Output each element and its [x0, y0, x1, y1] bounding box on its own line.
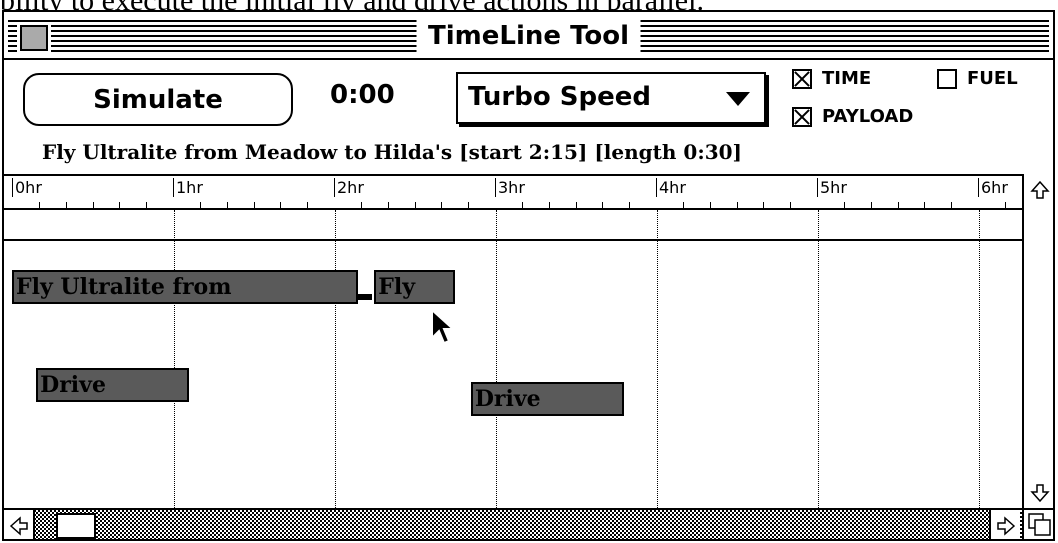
ruler-tick	[951, 202, 953, 208]
ruler-tick	[897, 202, 899, 208]
ruler-tick	[682, 202, 684, 208]
grid-line	[657, 210, 658, 508]
payload-checkbox[interactable]: PAYLOAD	[792, 106, 913, 127]
ruler-tick	[199, 202, 201, 208]
ruler-tick	[280, 202, 282, 208]
ruler-tick	[629, 202, 631, 208]
ruler-tick	[414, 202, 416, 208]
ruler-tick	[92, 202, 94, 208]
grid-line	[335, 210, 336, 508]
ruler-tick	[65, 202, 67, 208]
window-title: TimeLine Tool	[416, 20, 641, 52]
time-label: TIME	[822, 68, 872, 89]
ruler-tick	[1004, 202, 1006, 208]
ruler-label: 1hr	[173, 178, 203, 197]
ruler-tick	[119, 202, 121, 208]
ruler-tick	[763, 202, 765, 208]
ruler-label: 2hr	[334, 178, 364, 197]
ruler-tick	[924, 202, 926, 208]
down-arrow-icon[interactable]	[1024, 477, 1053, 508]
ruler-tick	[226, 202, 228, 208]
ruler-label: 3hr	[495, 178, 525, 197]
fuel-label: FUEL	[967, 68, 1018, 89]
divider	[4, 239, 1022, 241]
time-checkbox[interactable]: TIME	[792, 68, 871, 89]
ruler-label: 4hr	[656, 178, 686, 197]
ruler-tick	[602, 202, 604, 208]
ruler-tick	[709, 202, 711, 208]
ruler-tick	[307, 202, 309, 208]
close-box-icon[interactable]	[20, 25, 48, 51]
up-arrow-icon[interactable]	[1024, 174, 1053, 205]
simulate-button[interactable]: Simulate	[23, 73, 293, 126]
payload-label: PAYLOAD	[822, 106, 914, 127]
task-bar[interactable]: Fly	[374, 270, 455, 304]
ruler-tick	[387, 202, 389, 208]
selection-info: Fly Ultralite from Meadow to Hilda's [st…	[42, 140, 742, 164]
ruler-label: 5hr	[817, 178, 847, 197]
ruler-tick	[441, 202, 443, 208]
ruler-tick	[360, 202, 362, 208]
speed-dropdown[interactable]: Turbo Speed	[456, 72, 766, 124]
time-checkbox-box[interactable]	[792, 68, 812, 89]
title-bar[interactable]: TimeLine Tool	[4, 12, 1053, 60]
task-bar[interactable]: Drive	[470, 382, 624, 416]
pointer-cursor-icon	[431, 308, 456, 345]
ruler-tick	[253, 202, 255, 208]
ruler-tick	[548, 202, 550, 208]
ruler-tick	[38, 202, 40, 208]
task-link	[356, 294, 372, 300]
horizontal-scrollbar[interactable]	[4, 508, 1053, 539]
time-ruler: 0hr 1hr 2hr 3hr 4hr 5hr 6hr	[4, 174, 1022, 210]
speed-value: Turbo Speed	[468, 82, 651, 112]
fuel-checkbox[interactable]: FUEL	[937, 68, 1018, 89]
ruler-tick	[843, 202, 845, 208]
grid-line	[496, 210, 497, 508]
left-arrow-icon[interactable]	[4, 510, 35, 539]
grid-line	[174, 210, 175, 508]
ruler-tick	[736, 202, 738, 208]
ruler-label: 0hr	[12, 178, 42, 197]
task-bar[interactable]: Drive	[36, 368, 190, 402]
ruler-label: 6hr	[978, 178, 1008, 197]
ruler-tick	[521, 202, 523, 208]
fuel-checkbox-box[interactable]	[937, 68, 957, 89]
task-bar[interactable]: Fly Ultralite from	[12, 270, 359, 304]
ruler-tick	[575, 202, 577, 208]
timeline-window: TimeLine Tool Simulate 0:00 Turbo Speed …	[2, 10, 1055, 541]
grid-line	[979, 210, 980, 508]
dropdown-arrow-icon	[726, 92, 750, 106]
clock-display: 0:00	[330, 80, 395, 110]
vertical-scrollbar[interactable]	[1022, 174, 1053, 508]
ruler-tick	[790, 202, 792, 208]
payload-checkbox-box[interactable]	[792, 106, 812, 127]
scroll-thumb[interactable]	[56, 513, 96, 539]
ruler-tick	[146, 202, 148, 208]
ruler-tick	[870, 202, 872, 208]
ruler-tick	[468, 202, 470, 208]
grow-box-icon[interactable]	[1022, 510, 1053, 539]
right-arrow-icon[interactable]	[989, 510, 1020, 539]
grid-line	[818, 210, 819, 508]
